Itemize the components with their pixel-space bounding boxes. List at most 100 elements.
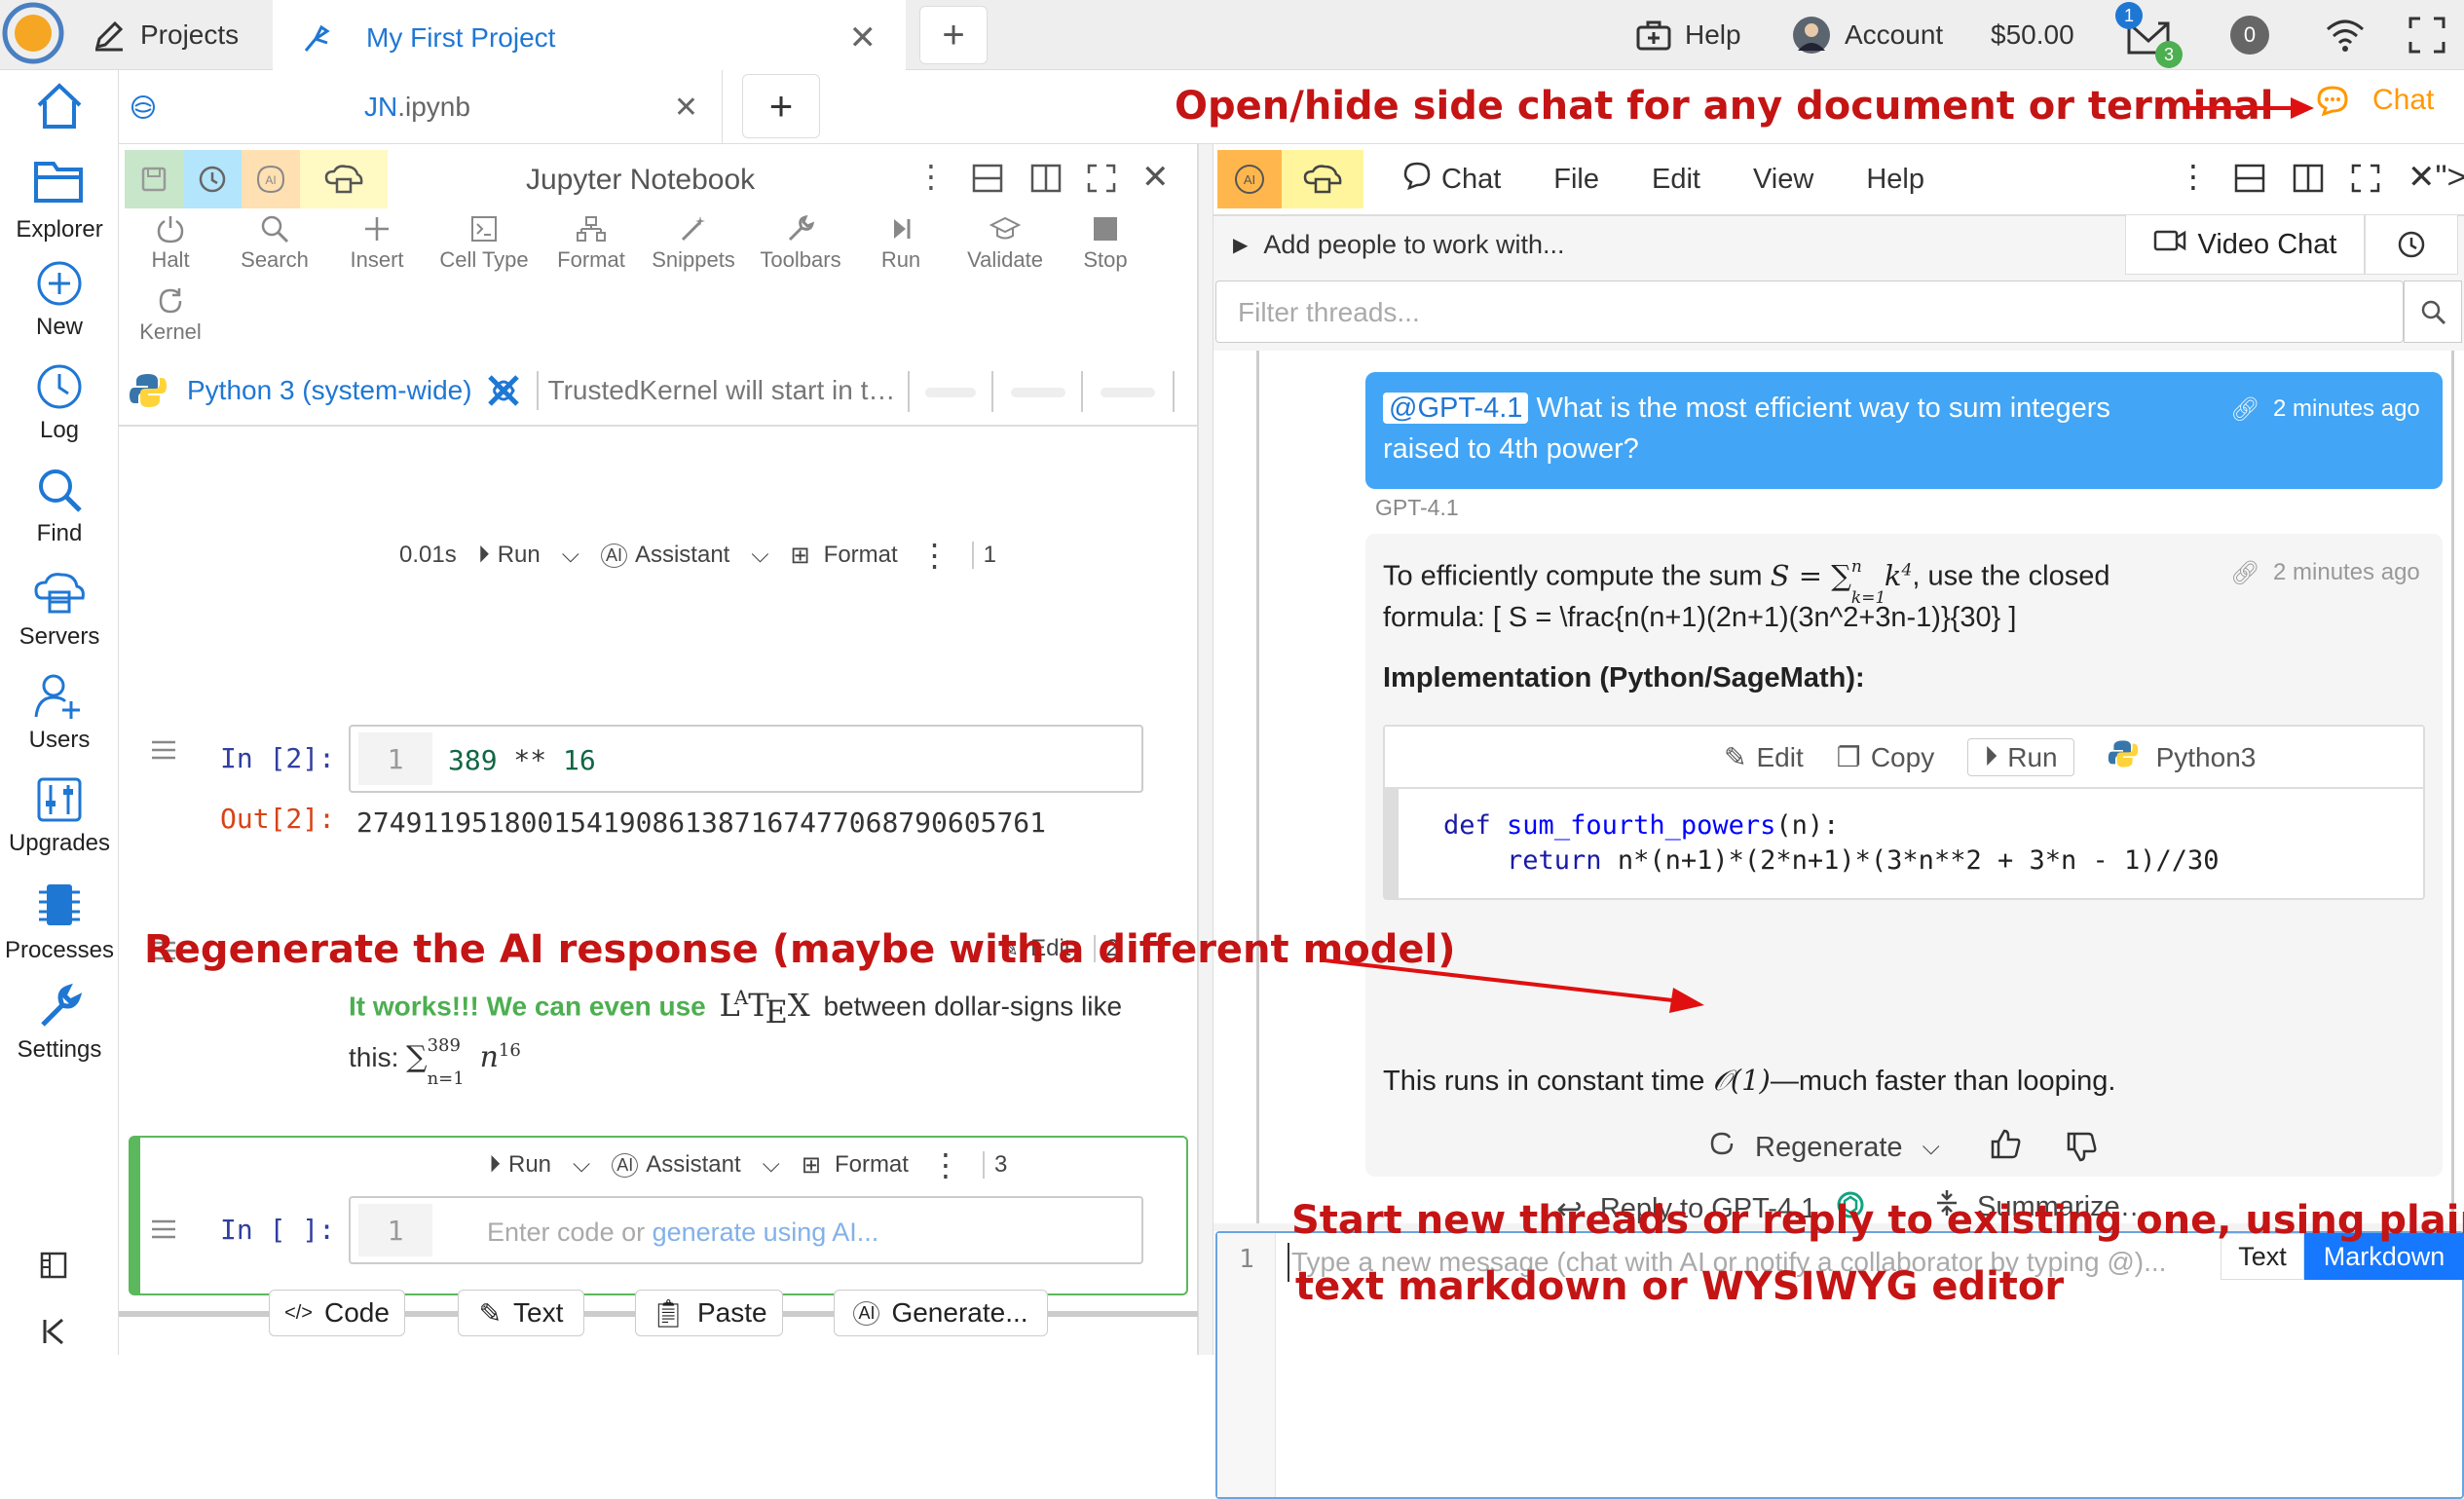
cell-format-button[interactable]: ⊞ Format bbox=[791, 542, 898, 570]
generate-ai-link[interactable]: generate using AI... bbox=[653, 1218, 879, 1247]
insert-text-button[interactable]: ✎ Text bbox=[458, 1290, 584, 1336]
account-button[interactable]: Account bbox=[1792, 0, 1943, 70]
kernel-button[interactable]: Kernel bbox=[129, 286, 212, 345]
split-horizontal-icon[interactable] bbox=[972, 164, 1003, 198]
layout-panel-icon[interactable] bbox=[39, 1251, 68, 1285]
cell-type-button[interactable]: Cell Type bbox=[430, 214, 538, 273]
code-kernel-select[interactable]: Python3 bbox=[2108, 738, 2256, 776]
cell-drag-handle-icon[interactable] bbox=[150, 740, 177, 765]
chevron-down-icon[interactable]: ⌵ bbox=[1923, 1134, 1940, 1161]
cell-more-icon[interactable]: ⋮ bbox=[930, 1146, 961, 1183]
cocalc-logo[interactable] bbox=[2, 2, 64, 64]
validate-button[interactable]: Validate bbox=[956, 214, 1054, 273]
run-button[interactable]: Run bbox=[859, 214, 943, 273]
close-frame-icon[interactable]: ✕ bbox=[1141, 158, 1170, 197]
history-button[interactable] bbox=[2365, 214, 2458, 275]
mention-tag[interactable]: @GPT-4.1 bbox=[1383, 393, 1529, 424]
cell3-editor[interactable]: 1 Enter code or generate using AI... bbox=[349, 1196, 1143, 1264]
view-menu[interactable]: View bbox=[1753, 164, 1813, 196]
format-button[interactable]: Format bbox=[547, 214, 635, 273]
toolbars-button[interactable]: Toolbars bbox=[752, 214, 849, 273]
help-menu[interactable]: Help bbox=[1866, 164, 1924, 196]
new-file-tab-plus-icon[interactable]: + bbox=[742, 74, 820, 138]
compute-server-icon[interactable] bbox=[300, 150, 388, 208]
fullscreen-icon[interactable] bbox=[2408, 16, 2446, 59]
ai-message-bubble[interactable]: To efficiently compute the sum S = ∑ n k=1… bbox=[1365, 534, 2443, 1177]
cell-drag-handle-icon[interactable] bbox=[150, 1219, 177, 1244]
thumbs-down-icon[interactable] bbox=[2065, 1130, 2098, 1168]
user-message-bubble[interactable]: @GPT-4.1 What is the most efficient way … bbox=[1365, 372, 2443, 489]
cell-assistant-button[interactable]: AI Assistant bbox=[600, 542, 729, 569]
chat-toggle-button[interactable]: Chat bbox=[2316, 84, 2434, 117]
sidebar-item-users[interactable]: Users bbox=[0, 672, 119, 754]
sidebar-item-log[interactable]: Log bbox=[0, 362, 119, 444]
cell-run-button[interactable]: ⏵︎ Run bbox=[489, 1151, 551, 1179]
tab-my-first-project[interactable]: My First Project ✕ bbox=[273, 0, 906, 72]
collapse-sidebar-icon[interactable] bbox=[41, 1317, 66, 1354]
code-copy-button[interactable]: ❐ Copy bbox=[1837, 741, 1934, 773]
split-vertical-icon[interactable] bbox=[1030, 164, 1062, 198]
close-tab-icon[interactable]: ✕ bbox=[849, 19, 877, 57]
code-run-button[interactable]: ⏵︎ Run bbox=[1967, 738, 2074, 776]
search-icon[interactable] bbox=[2404, 281, 2462, 343]
edit-menu[interactable]: Edit bbox=[1652, 164, 1700, 196]
chevron-down-icon[interactable]: ⌵ bbox=[763, 1151, 780, 1179]
stop-button[interactable]: Stop bbox=[1064, 214, 1147, 273]
wifi-icon[interactable] bbox=[2324, 18, 2367, 57]
close-frame-icon[interactable]: ✕"> bbox=[2408, 158, 2464, 197]
cell-more-icon[interactable]: ⋮ bbox=[919, 537, 951, 574]
snippets-button[interactable]: Snippets bbox=[645, 214, 742, 273]
sidebar-item-new[interactable]: New bbox=[0, 259, 119, 341]
sidebar-item-find[interactable]: Find bbox=[0, 466, 119, 547]
file-tab-jn[interactable]: JN.ipynb ✕ bbox=[119, 70, 723, 144]
code-edit-button[interactable]: ✎ Edit bbox=[1724, 741, 1804, 773]
chevron-down-icon[interactable]: ⌵ bbox=[573, 1151, 590, 1179]
home-button[interactable] bbox=[0, 80, 119, 138]
new-tab-plus-icon[interactable]: + bbox=[919, 6, 988, 64]
insert-button[interactable]: Insert bbox=[335, 214, 419, 273]
filter-threads-input[interactable]: Filter threads... bbox=[1215, 281, 2404, 343]
notifications-count[interactable]: 0 bbox=[2230, 16, 2269, 55]
sidebar-item-servers[interactable]: Servers bbox=[0, 569, 119, 651]
link-icon[interactable]: 🔗︎ bbox=[2230, 559, 2259, 587]
cell2-markdown[interactable]: It works!!! We can even use LATEX betwee… bbox=[349, 976, 1147, 1089]
timetravel-icon[interactable] bbox=[183, 150, 242, 208]
more-vert-icon[interactable]: ⋮ bbox=[2178, 158, 2209, 195]
video-chat-button[interactable]: Video Chat bbox=[2125, 214, 2365, 275]
ai-assistant-icon[interactable]: AI bbox=[1217, 150, 1282, 208]
regenerate-button[interactable]: Regenerate ⌵ bbox=[1708, 1130, 1940, 1165]
link-icon[interactable]: 🔗︎ bbox=[2230, 395, 2259, 424]
kernel-name[interactable]: Python 3 (system-wide) bbox=[187, 375, 472, 406]
more-vert-icon[interactable]: ⋮ bbox=[915, 158, 947, 195]
sidebar-item-upgrades[interactable]: Upgrades bbox=[0, 775, 119, 857]
ai-assistant-icon[interactable]: AI bbox=[242, 150, 300, 208]
search-button[interactable]: Search bbox=[226, 214, 323, 273]
compute-server-icon[interactable] bbox=[1282, 150, 1363, 208]
cell1-editor[interactable]: 1 389 ** 16 bbox=[349, 725, 1143, 793]
chevron-down-icon[interactable]: ⌵ bbox=[562, 542, 579, 569]
add-people-toggle[interactable]: ▶ Add people to work with... bbox=[1233, 230, 1565, 260]
split-horizontal-icon[interactable] bbox=[2234, 164, 2265, 198]
close-file-icon[interactable]: ✕ bbox=[674, 91, 698, 125]
projects-tab[interactable]: Projects bbox=[92, 0, 239, 70]
balance[interactable]: $50.00 bbox=[1991, 0, 2074, 70]
save-icon[interactable] bbox=[125, 150, 183, 208]
cell-run-button[interactable]: ⏵︎ Run bbox=[478, 542, 541, 569]
sidebar-item-processes[interactable]: Processes bbox=[0, 879, 119, 964]
chevron-down-icon[interactable]: ⌵ bbox=[751, 542, 768, 569]
code-content[interactable]: def sum_fourth_powers(n): return n*(n+1)… bbox=[1443, 808, 2220, 879]
chat-menu[interactable]: Chat bbox=[1402, 161, 1501, 198]
thumbs-up-icon[interactable] bbox=[1989, 1128, 2022, 1166]
frame-splitter[interactable] bbox=[1198, 144, 1213, 1355]
insert-generate-button[interactable]: AI Generate... bbox=[834, 1290, 1048, 1336]
split-vertical-icon[interactable] bbox=[2293, 164, 2324, 198]
maximize-icon[interactable] bbox=[1087, 164, 1116, 198]
file-menu[interactable]: File bbox=[1553, 164, 1599, 196]
insert-paste-button[interactable]: 📋︎ Paste bbox=[635, 1290, 783, 1336]
sidebar-item-explorer[interactable]: Explorer bbox=[0, 158, 119, 243]
halt-button[interactable]: Halt bbox=[129, 214, 212, 273]
help-button[interactable]: Help bbox=[1636, 0, 1741, 70]
insert-code-button[interactable]: </> Code bbox=[269, 1290, 405, 1336]
cell-assistant-button[interactable]: AI Assistant bbox=[612, 1151, 741, 1179]
sidebar-item-settings[interactable]: Settings bbox=[0, 982, 119, 1064]
